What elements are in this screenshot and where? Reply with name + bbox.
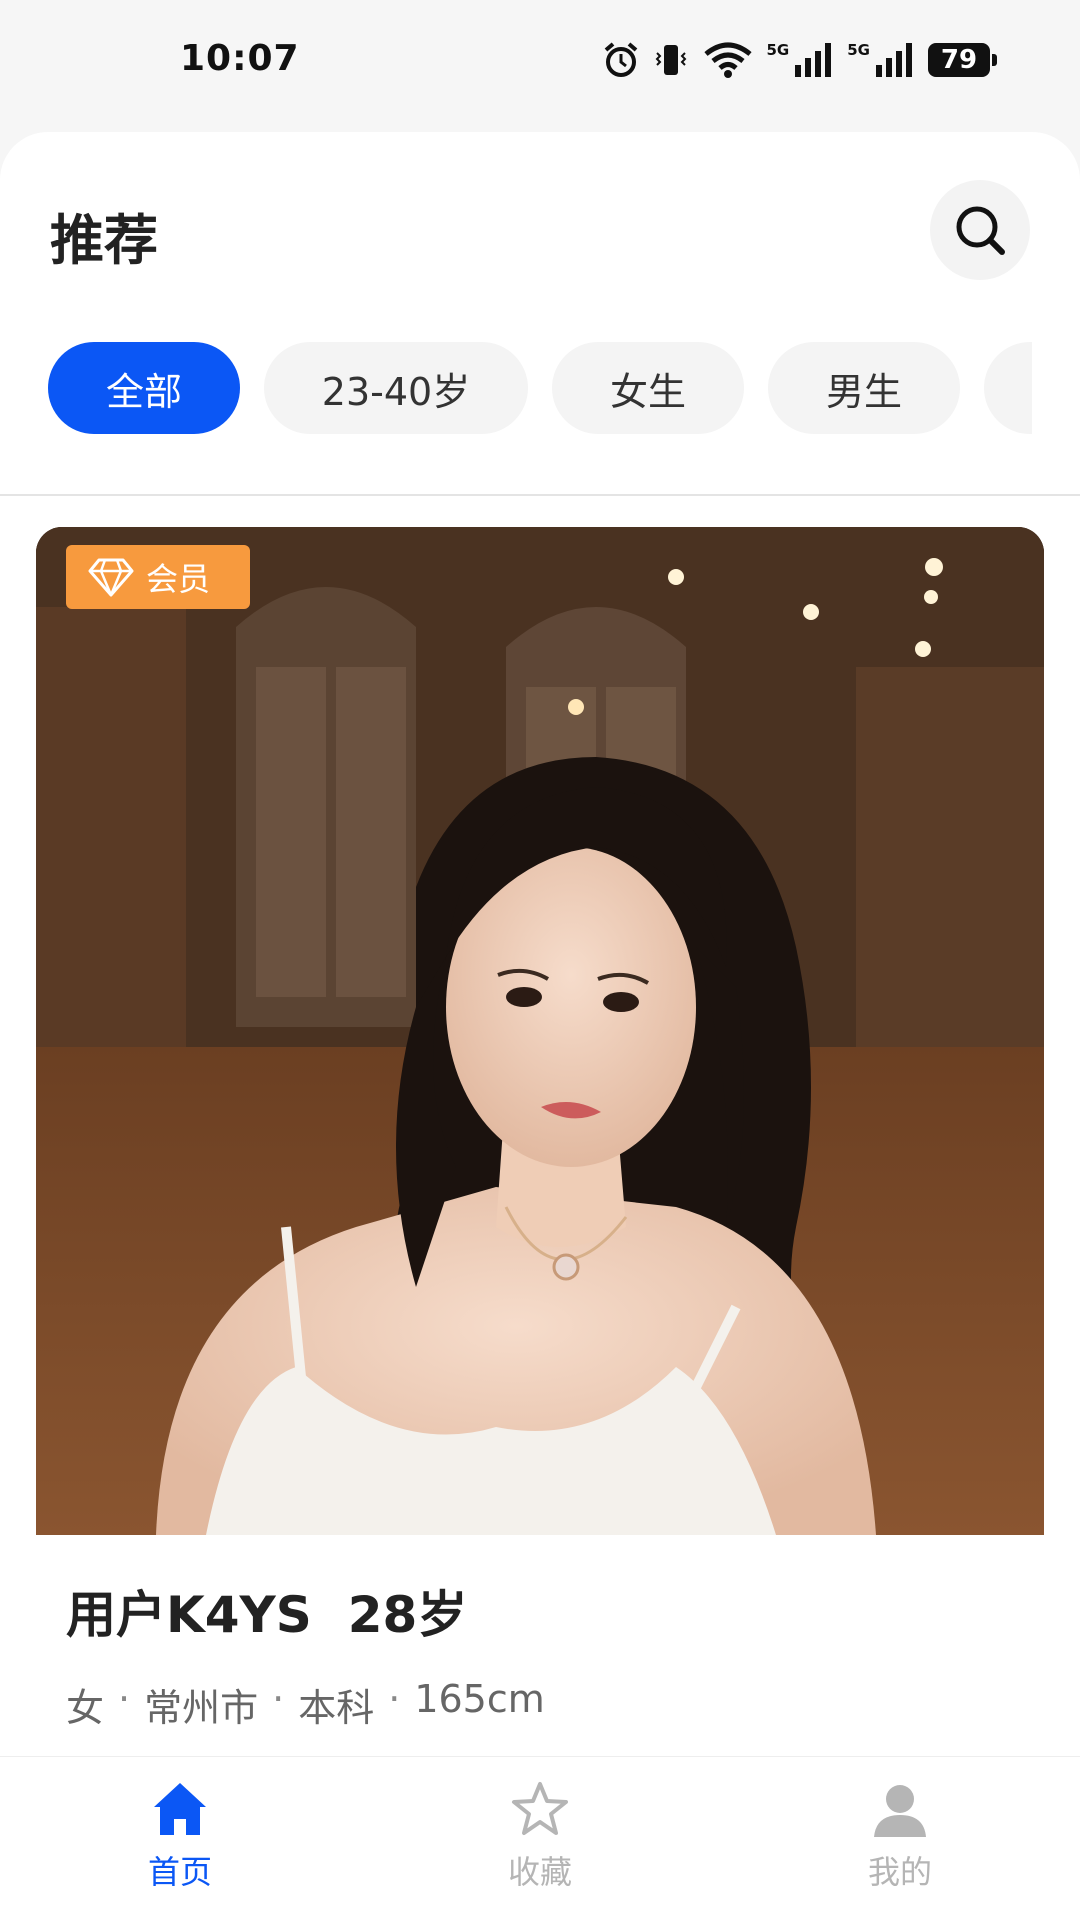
network-type-1: 5G — [766, 41, 790, 59]
divider — [0, 494, 1080, 496]
status-time: 10:07 — [180, 38, 300, 79]
vibrate-icon — [655, 45, 686, 75]
name-line: 用户K4YS 28岁 — [66, 1575, 467, 1647]
battery-level: 79 — [940, 45, 978, 75]
signal-icon — [876, 43, 912, 77]
wifi-icon — [703, 42, 752, 78]
nav-favorites-label: 收藏 — [507, 1853, 572, 1891]
status-bar: 10:07 5G 5G 79 — [0, 0, 1080, 130]
meta-separator: · — [272, 1677, 285, 1721]
nav-profile-label: 我的 — [867, 1853, 932, 1891]
star-icon — [512, 1782, 568, 1835]
vip-badge-label: 会员 — [146, 560, 211, 598]
chip-age[interactable]: 23-40岁 — [264, 342, 528, 434]
nav-home-label: 首页 — [147, 1853, 212, 1891]
page-title: 推荐 — [50, 209, 158, 272]
filter-chips: 全部 23-40岁 女生 男生 — [48, 342, 1032, 438]
main-sheet: 推荐 全部 23-40岁 女生 男生 会员 用户K4YS 28岁 女 · 常州市… — [0, 132, 1080, 1920]
status-icons: 5G 5G 79 — [603, 36, 997, 84]
network-type-2: 5G — [847, 41, 870, 59]
diamond-icon — [88, 558, 134, 597]
photo-illustration — [36, 527, 1044, 1535]
vip-badge: 会员 — [66, 545, 250, 609]
user-age: 28岁 — [347, 1586, 468, 1644]
chip-all[interactable]: 全部 — [48, 342, 240, 434]
meta-height: 165cm — [414, 1677, 545, 1721]
battery-icon: 79 — [928, 43, 997, 77]
alarm-icon — [604, 42, 637, 77]
bottom-nav: 首页 收藏 我的 — [0, 1756, 1080, 1921]
nav-home[interactable]: 首页 — [80, 1779, 280, 1893]
meta-separator: · — [388, 1677, 401, 1721]
chip-male[interactable]: 男生 — [768, 342, 960, 434]
search-button[interactable] — [930, 180, 1030, 280]
nav-profile[interactable]: 我的 — [800, 1779, 1000, 1893]
signal-icon — [795, 43, 832, 77]
nav-favorites[interactable]: 收藏 — [440, 1779, 640, 1893]
profile-photo[interactable]: 会员 — [36, 527, 1044, 1535]
meta-city: 常州市 — [144, 1686, 259, 1730]
search-icon — [956, 206, 1005, 255]
user-icon — [874, 1785, 926, 1837]
meta-gender: 女 — [66, 1686, 105, 1730]
meta-line: 女 · 常州市 · 本科 · 165cm — [66, 1677, 545, 1732]
chip-female[interactable]: 女生 — [552, 342, 744, 434]
user-name: 用户K4YS — [66, 1586, 312, 1644]
profile-card[interactable]: 会员 用户K4YS 28岁 女 · 常州市 · 本科 · 165cm — [36, 527, 1044, 1920]
meta-separator: · — [118, 1677, 131, 1721]
meta-education: 本科 — [298, 1686, 375, 1730]
home-icon — [154, 1783, 206, 1835]
chip-more[interactable] — [984, 342, 1032, 434]
